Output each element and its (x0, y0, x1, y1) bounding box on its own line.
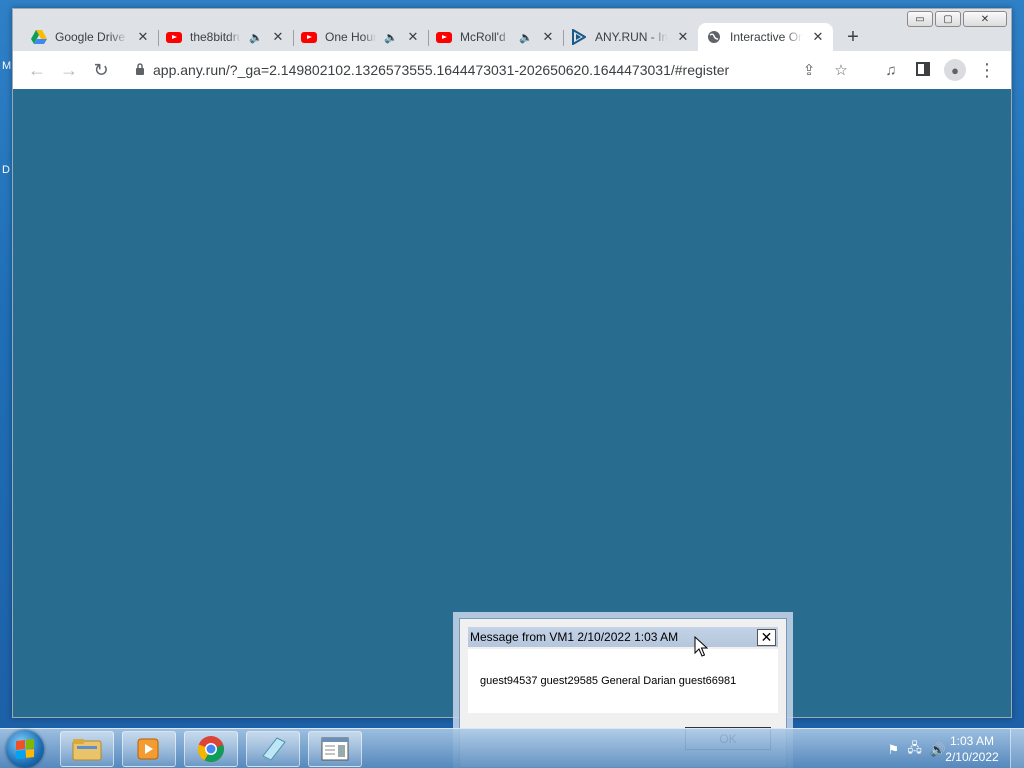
folder-icon (72, 739, 102, 761)
address-bar[interactable]: app.any.run/?_ga=2.149802102.1326573555.… (125, 55, 867, 85)
profile-button[interactable]: ● (939, 54, 971, 86)
system-tray: ⚑ 🖧 🔊 (888, 739, 946, 761)
desktop-icon-label[interactable]: M (2, 60, 11, 72)
tab-strip: Google Drive ✕ the8bitdrummer 🔈 ✕ One Ho… (23, 23, 867, 51)
window-close-button[interactable]: ✕ (963, 11, 1007, 27)
action-center-flag-icon[interactable]: ⚑ (888, 742, 900, 758)
share-icon[interactable]: ⇪ (793, 61, 825, 79)
tab-title: Google Drive (55, 30, 126, 44)
close-icon[interactable]: ✕ (676, 29, 690, 45)
tab-interactive-online[interactable]: Interactive Online ✕ (698, 23, 833, 51)
network-icon[interactable]: 🖧 (907, 739, 922, 761)
speaker-icon[interactable]: 🔈 (519, 31, 533, 44)
close-icon[interactable]: ✕ (136, 29, 150, 45)
url-text[interactable]: app.any.run/?_ga=2.149802102.1326573555.… (153, 62, 793, 78)
youtube-icon (301, 29, 317, 45)
tab-title: One Hour (325, 30, 377, 44)
window-app-icon (321, 737, 349, 761)
minimize-button[interactable]: ▭ (907, 11, 933, 27)
tab-title: McRoll'd (460, 30, 506, 44)
queue-music-icon: ♫ (885, 61, 897, 79)
close-icon[interactable]: ✕ (406, 29, 420, 45)
tab-one-hour[interactable]: One Hour 🔈 ✕ (293, 23, 428, 51)
anyrun-icon (571, 29, 587, 45)
start-button[interactable] (6, 730, 44, 768)
media-control-button[interactable]: ♫ (875, 54, 907, 86)
forward-button[interactable]: → (53, 54, 85, 86)
browser-window: ▭ ▢ ✕ Google Drive ✕ the8bitdrummer 🔈 ✕ … (12, 8, 1012, 718)
globe-icon (706, 29, 722, 45)
speaker-icon[interactable]: 🔈 (249, 31, 263, 44)
dialog-close-button[interactable]: ✕ (757, 628, 776, 646)
tab-title: the8bitdrummer (190, 30, 242, 44)
lock-icon[interactable] (135, 62, 153, 78)
side-panel-icon (916, 60, 930, 81)
clock-date: 2/10/2022 (945, 750, 999, 764)
new-tab-button[interactable]: + (839, 23, 867, 51)
chrome-icon (197, 736, 224, 763)
avatar-icon: ● (944, 59, 966, 81)
desktop-icon-label[interactable]: D (2, 164, 10, 176)
desktop-edge: M D (0, 58, 12, 718)
notepad-icon (262, 737, 286, 761)
windows-logo-icon (16, 739, 34, 759)
close-icon: ✕ (760, 628, 773, 645)
youtube-icon (436, 29, 452, 45)
menu-button[interactable]: ⋮ (971, 54, 1003, 86)
youtube-icon (166, 29, 182, 45)
close-icon: ✕ (980, 13, 990, 25)
mouse-cursor-icon (694, 636, 708, 657)
browser-toolbar: ← → ↻ app.any.run/?_ga=2.149802102.13265… (13, 51, 1011, 89)
media-player-icon (137, 738, 159, 760)
window-controls: ▭ ▢ ✕ (907, 11, 1007, 27)
back-button[interactable]: ← (21, 54, 53, 86)
close-icon[interactable]: ✕ (271, 29, 285, 45)
minimize-icon: ▭ (915, 13, 925, 25)
taskbar: ⚑ 🖧 🔊 1:03 AM 2/10/2022 (0, 728, 1024, 768)
taskbar-clock[interactable]: 1:03 AM 2/10/2022 (942, 733, 1002, 765)
reload-icon: ↻ (93, 59, 109, 80)
tab-title: ANY.RUN - Interactive (595, 30, 668, 44)
reload-button[interactable]: ↻ (85, 54, 117, 86)
side-panel-button[interactable] (907, 54, 939, 86)
google-drive-icon (31, 29, 47, 45)
close-icon[interactable]: ✕ (811, 29, 825, 45)
taskbar-window[interactable] (308, 731, 362, 767)
star-icon[interactable]: ☆ (825, 61, 857, 79)
more-vert-icon: ⋮ (978, 59, 996, 80)
show-desktop-button[interactable] (1010, 729, 1024, 768)
taskbar-explorer[interactable] (60, 731, 114, 767)
taskbar-chrome[interactable] (184, 731, 238, 767)
tab-the8bitdrummer[interactable]: the8bitdrummer 🔈 ✕ (158, 23, 293, 51)
arrow-left-icon: ← (28, 59, 46, 80)
tab-mcrolld[interactable]: McRoll'd 🔈 ✕ (428, 23, 563, 51)
taskbar-notepad[interactable] (246, 731, 300, 767)
arrow-right-icon: → (60, 59, 78, 80)
tab-google-drive[interactable]: Google Drive ✕ (23, 23, 158, 51)
close-icon[interactable]: ✕ (541, 29, 555, 45)
dialog-titlebar[interactable]: Message from VM1 2/10/2022 1:03 AM ✕ (468, 627, 778, 647)
dialog-body: guest94537 guest29585 General Darian gue… (468, 649, 778, 713)
restore-icon: ▢ (943, 13, 953, 25)
dialog-message: guest94537 guest29585 General Darian gue… (480, 675, 737, 687)
taskbar-media-player[interactable] (122, 731, 176, 767)
speaker-icon[interactable]: 🔈 (384, 31, 398, 44)
tab-anyrun[interactable]: ANY.RUN - Interactive ✕ (563, 23, 698, 51)
tab-title: Interactive Online (730, 30, 803, 44)
clock-time: 1:03 AM (949, 734, 995, 748)
restore-button[interactable]: ▢ (935, 11, 961, 27)
dialog-title: Message from VM1 2/10/2022 1:03 AM (470, 630, 679, 644)
